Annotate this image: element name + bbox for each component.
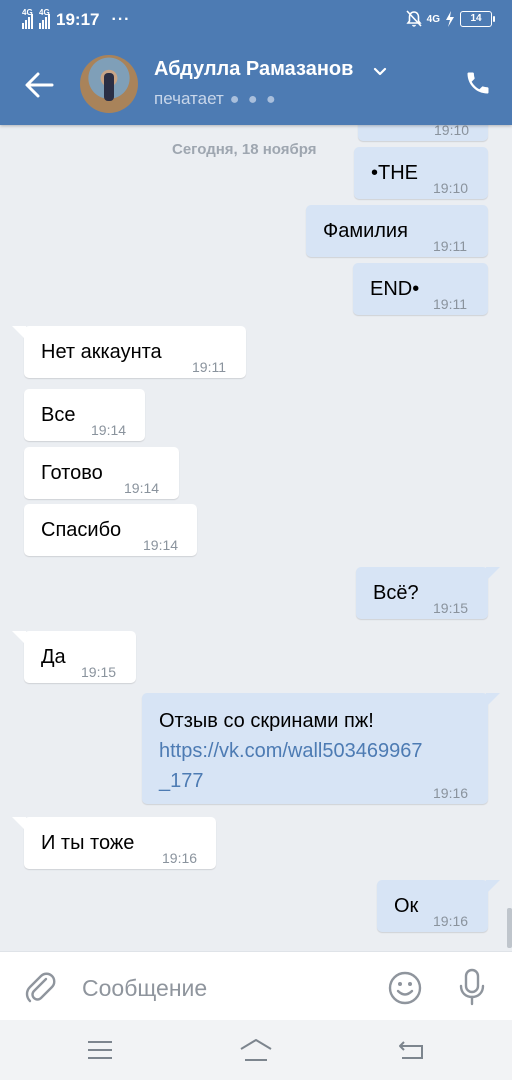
message-text: Всё? xyxy=(373,582,419,604)
typing-label: печатает xyxy=(154,89,224,108)
message-time: 19:15 xyxy=(433,600,469,616)
network-type-1: 4G xyxy=(22,8,33,17)
message-time: 19:11 xyxy=(433,296,467,312)
home-icon[interactable] xyxy=(238,1036,274,1064)
message-time: 19:16 xyxy=(433,785,469,801)
paperclip-icon[interactable] xyxy=(22,970,58,1006)
message-time: 19:14 xyxy=(91,422,127,438)
message-bubble-out[interactable]: •THE 19:10 xyxy=(354,147,488,199)
signal-icon: 4G xyxy=(22,8,33,29)
message-time: 19:15 xyxy=(81,664,117,680)
message-time: 19:10 xyxy=(433,180,469,196)
status-time: 19:17 xyxy=(56,10,100,29)
chevron-down-icon[interactable] xyxy=(373,67,387,77)
message-text: И ты тоже xyxy=(41,832,135,854)
mute-bell-icon xyxy=(406,10,422,27)
battery-icon: 14 xyxy=(460,11,495,27)
message-text: Фамилия xyxy=(323,220,408,242)
app-header: 4G 4G 19:17 ··· 4G 14 Абдулла Рамазанов … xyxy=(0,0,512,125)
message-bubble-in[interactable]: И ты тоже 19:16 xyxy=(12,817,216,869)
status-left: 4G 4G 19:17 ··· xyxy=(22,8,131,30)
message-text-line: Отзыв со скринами пж! xyxy=(159,710,374,732)
contact-name[interactable]: Абдулла Рамазанов xyxy=(154,58,353,81)
back-arrow-icon[interactable] xyxy=(22,68,56,102)
message-list[interactable]: 19:10 Сегодня, 18 ноября •THE 19:10 Фами… xyxy=(0,125,512,951)
message-text: Спасибо xyxy=(41,519,122,541)
message-bubble-in[interactable]: Нет аккаунта 19:11 xyxy=(12,326,246,378)
message-bubble-in[interactable]: Спасибо 19:14 xyxy=(24,504,197,556)
status-right: 4G 14 xyxy=(406,10,495,28)
message-text: END• xyxy=(370,278,420,300)
system-nav-bar xyxy=(0,1020,512,1080)
message-bubble-out[interactable]: END• 19:11 xyxy=(353,263,488,315)
message-time: 19:10 xyxy=(434,125,470,138)
emoji-icon[interactable] xyxy=(387,970,423,1006)
chat-toolbar: Абдулла Рамазанов печатает ● ● ● xyxy=(0,42,512,125)
phone-icon[interactable] xyxy=(464,69,492,97)
message-time: 19:14 xyxy=(143,537,179,553)
message-time: 19:14 xyxy=(124,480,160,496)
message-text: Ок xyxy=(394,895,419,917)
message-text: Да xyxy=(41,646,66,668)
date-separator: Сегодня, 18 ноября xyxy=(172,141,317,158)
message-time: 19:16 xyxy=(162,850,198,866)
message-bubble-partial[interactable]: 19:10 xyxy=(358,125,488,141)
message-bubble-out[interactable]: Фамилия 19:11 xyxy=(306,205,488,257)
message-bubble-out-link[interactable]: Отзыв со скринами пж! https://vk.com/wal… xyxy=(142,693,500,804)
charging-icon xyxy=(446,11,454,27)
message-text: Готово xyxy=(41,462,103,484)
message-input[interactable] xyxy=(80,966,374,1010)
message-time: 19:11 xyxy=(433,238,467,254)
message-time: 19:16 xyxy=(433,913,469,929)
signal-icon-2: 4G xyxy=(39,8,50,29)
network-type-2: 4G xyxy=(39,8,50,17)
microphone-icon[interactable] xyxy=(456,968,488,1006)
message-link-continued[interactable]: _177 xyxy=(159,766,423,796)
more-notifications-icon: ··· xyxy=(111,11,131,28)
typing-dots: ● ● ● xyxy=(229,91,278,108)
typing-status: печатает ● ● ● xyxy=(154,89,278,109)
message-time: 19:11 xyxy=(192,359,226,375)
message-text: Все xyxy=(41,404,76,426)
scrollbar[interactable] xyxy=(507,908,512,948)
menu-icon[interactable] xyxy=(82,1036,118,1064)
status-bar: 4G 4G 19:17 ··· 4G 14 xyxy=(0,0,512,42)
message-bubble-out[interactable]: Ок 19:16 xyxy=(377,880,500,932)
message-bubble-out[interactable]: Всё? 19:15 xyxy=(356,567,500,619)
return-icon[interactable] xyxy=(394,1036,430,1064)
message-text: Отзыв со скринами пж! https://vk.com/wal… xyxy=(159,706,423,796)
message-text: Нет аккаунта xyxy=(41,341,162,363)
message-composer xyxy=(0,951,512,1021)
message-bubble-in[interactable]: Да 19:15 xyxy=(12,631,136,683)
avatar[interactable] xyxy=(80,55,138,113)
network-type-3: 4G xyxy=(426,13,440,25)
message-bubble-in[interactable]: Все 19:14 xyxy=(24,389,145,441)
battery-level: 14 xyxy=(470,13,482,24)
message-link[interactable]: https://vk.com/wall503469967 xyxy=(159,736,423,766)
message-text: •THE xyxy=(371,162,419,184)
message-bubble-in[interactable]: Готово 19:14 xyxy=(24,447,179,499)
